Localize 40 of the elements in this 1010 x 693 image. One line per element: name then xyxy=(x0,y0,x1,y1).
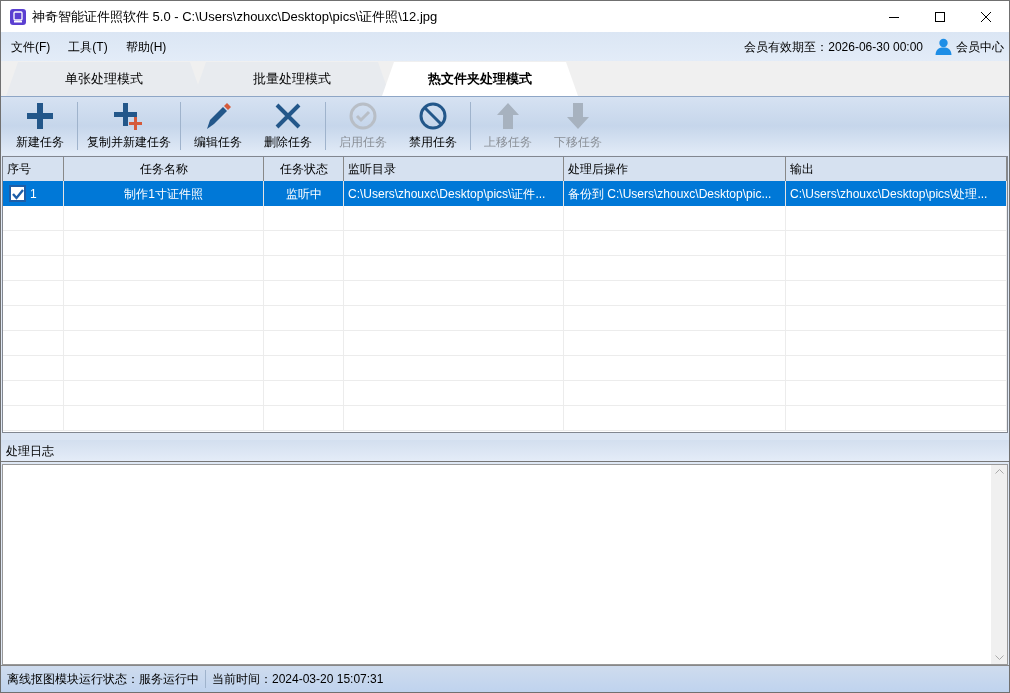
up-arrow-icon xyxy=(496,101,520,130)
delete-task-button[interactable]: 删除任务 xyxy=(253,99,323,153)
mode-tab[interactable]: 热文件夹处理模式 xyxy=(382,62,578,96)
new-task-button[interactable]: 新建任务 xyxy=(5,99,75,153)
check-circle-icon xyxy=(349,101,377,130)
menu-item[interactable]: 帮助(H) xyxy=(120,35,172,58)
table-cell-text: C:\Users\zhouxc\Desktop\pics\处理... xyxy=(790,185,988,203)
prohibit-icon xyxy=(419,101,447,130)
disable-task-button[interactable]: 禁用任务 xyxy=(398,99,468,153)
pencil-icon xyxy=(204,101,232,130)
app-logo-icon xyxy=(10,8,26,25)
scroll-down-icon[interactable] xyxy=(994,655,1004,661)
membership-expiry: 会员有效期至：2026-06-30 00:00 xyxy=(744,38,923,56)
log-title: 处理日志 xyxy=(6,442,54,460)
cross-icon xyxy=(274,101,302,130)
table-cell-text: 1 xyxy=(30,185,37,203)
status-text: 离线抠图模块运行状态：服务运行中 xyxy=(7,671,199,688)
maximize-icon xyxy=(935,11,945,22)
log-textarea[interactable] xyxy=(2,464,1008,665)
plus-icon xyxy=(114,101,144,130)
close-icon xyxy=(981,11,991,22)
scroll-up-icon[interactable] xyxy=(994,468,1004,474)
table-row[interactable]: 1 制作1寸证件照 监听中 C:\Users\zhouxc\Desktop\pics\证件... 备份到 C:\Users\zhouxc\Desktop\pic... C:\Users\zhouxc\Desktop\pics\处理... xyxy=(3,181,1007,206)
splitter-handle[interactable] xyxy=(1,433,1009,440)
table-cell-text: C:\Users\zhouxc\Desktop\pics\证件... xyxy=(348,185,546,203)
member-center-button[interactable]: 会员中心 xyxy=(935,37,1004,56)
down-arrow-icon xyxy=(566,101,590,130)
status-text: 当前时间：2024-03-20 15:07:31 xyxy=(212,671,384,688)
table-cell-text: 制作1寸证件照 xyxy=(124,185,203,203)
copy-new-task-button[interactable]: 复制并新建任务 xyxy=(80,99,178,153)
plus-icon xyxy=(26,101,54,130)
table-cell-text: 监听中 xyxy=(285,185,322,203)
menu-item[interactable]: 文件(F) xyxy=(6,35,56,58)
user-icon xyxy=(935,38,952,55)
table-cell-text: 备份到 C:\Users\zhouxc\Desktop\pic... xyxy=(568,185,772,203)
scrollbar[interactable] xyxy=(991,465,1007,664)
menu-item[interactable]: 工具(T) xyxy=(63,35,113,58)
edit-task-button[interactable]: 编辑任务 xyxy=(183,99,253,153)
checkbox[interactable] xyxy=(9,185,26,202)
window-title: 神奇智能证件照软件 5.0 - C:\Users\zhouxc\Desktop\pics\证件照\12.jpg xyxy=(32,7,438,26)
